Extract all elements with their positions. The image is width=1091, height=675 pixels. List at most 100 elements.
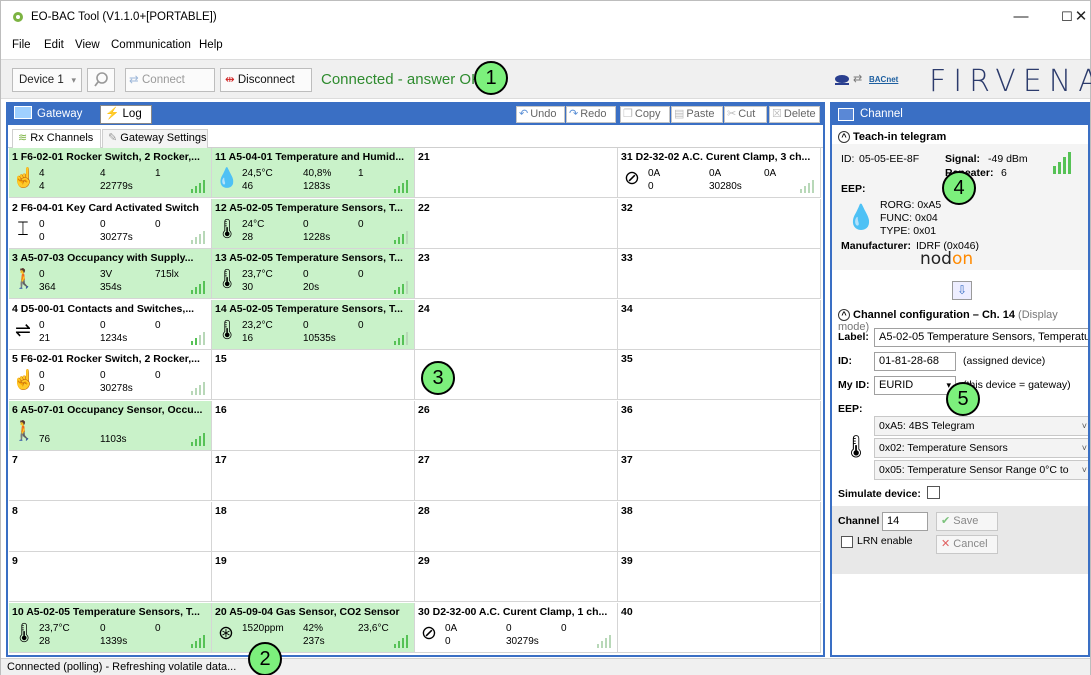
channel-cell[interactable]: 33 bbox=[618, 249, 821, 299]
menu-file[interactable]: File bbox=[12, 39, 31, 51]
menu-view[interactable]: View bbox=[75, 39, 100, 51]
tab-log[interactable]: ⚡ Log bbox=[100, 105, 152, 124]
apply-down-arrow-button[interactable]: ⇩ bbox=[952, 281, 972, 300]
channel-number: 9 bbox=[12, 555, 18, 567]
channel-cell[interactable]: 37 bbox=[618, 451, 821, 501]
signal-strength-icon bbox=[597, 634, 611, 648]
myid-select[interactable]: EURID ▾ bbox=[874, 376, 956, 395]
channel-cell[interactable]: 12 A5-02-05 Temperature Sensors, T... 🌡 24… bbox=[212, 198, 415, 249]
undo-button[interactable]: ↶ Undo bbox=[516, 106, 565, 123]
channel-cell[interactable]: 30 D2-32-00 A.C. Curent Clamp, 1 ch... ⊘ 0… bbox=[415, 602, 618, 653]
signal-strength-icon bbox=[394, 331, 408, 345]
channel-cell[interactable]: 28 bbox=[415, 501, 618, 552]
disconnect-button[interactable]: ⇹ Disconnect bbox=[220, 68, 312, 92]
channel-cell[interactable]: 17 bbox=[212, 451, 415, 501]
channel-cell[interactable]: 1 F6-02-01 Rocker Switch, 2 Rocker,... ☝ 4… bbox=[9, 148, 212, 198]
channel-cell[interactable]: 7 bbox=[9, 451, 212, 501]
channel-cell[interactable]: 26 bbox=[415, 400, 618, 451]
channel-cell[interactable]: 9 bbox=[9, 552, 212, 602]
tab-gateway-settings[interactable]: ✎ Gateway Settings bbox=[102, 129, 208, 148]
channel-cell[interactable]: 10 A5-02-05 Temperature Sensors, T... 🌡 23… bbox=[9, 602, 212, 653]
eep-type-select[interactable]: 0x05: Temperature Sensor Range 0°C to ˅ bbox=[874, 460, 1088, 480]
channel-cell[interactable]: 35 bbox=[618, 350, 821, 400]
search-button[interactable] bbox=[87, 68, 115, 92]
thermometer-icon: 🌡 bbox=[12, 622, 37, 644]
channel-cell[interactable]: 27 bbox=[415, 451, 618, 501]
channel-last-seen: 1234s bbox=[100, 332, 128, 344]
copy-button[interactable]: ❐ Copy bbox=[620, 106, 670, 123]
menu-edit[interactable]: Edit bbox=[44, 39, 64, 51]
lrn-checkbox[interactable] bbox=[841, 536, 853, 548]
channel-cell[interactable]: 16 bbox=[212, 400, 415, 451]
teach-in-title: Teach-in telegram bbox=[853, 131, 947, 143]
cancel-button[interactable]: ✕ Cancel bbox=[936, 535, 998, 554]
channel-cell[interactable]: 2 F6-04-01 Key Card Activated Switch ⌶ 0 0 0… bbox=[9, 198, 212, 249]
channel-number-input[interactable]: 14 bbox=[882, 512, 928, 531]
channel-title: 24 bbox=[418, 303, 616, 315]
channel-cell[interactable]: 29 bbox=[415, 552, 618, 602]
channel-title: 28 bbox=[418, 505, 616, 517]
channel-cell[interactable]: 20 A5-09-04 Gas Sensor, CO2 Sensor ⊛ 1520p… bbox=[212, 602, 415, 653]
channel-value: 23,7°C bbox=[39, 622, 70, 634]
channel-title: 17 bbox=[215, 454, 413, 466]
eep-rorg-select[interactable]: 0xA5: 4BS Telegram ˅ bbox=[874, 416, 1088, 436]
channel-title: 3 A5-07-03 Occupancy with Supply... bbox=[12, 252, 210, 264]
simulate-checkbox[interactable] bbox=[927, 486, 940, 499]
minimize-button[interactable]: — bbox=[998, 1, 1044, 35]
channel-cell[interactable]: 13 A5-02-05 Temperature Sensors, T... 🌡 23… bbox=[212, 249, 415, 299]
channel-cell[interactable]: 21 bbox=[415, 148, 618, 198]
channel-cell[interactable]: 24 bbox=[415, 299, 618, 350]
channel-cell[interactable]: 36 bbox=[618, 400, 821, 451]
channel-cell[interactable]: 32 bbox=[618, 198, 821, 249]
signal-strength-icon bbox=[191, 280, 205, 294]
channel-cell[interactable]: 15 bbox=[212, 350, 415, 400]
channel-number: 12 bbox=[215, 201, 227, 214]
channel-telegram-count: 28 bbox=[242, 231, 254, 243]
save-button[interactable]: ✔ Save bbox=[936, 512, 998, 531]
menu-help[interactable]: Help bbox=[199, 39, 223, 51]
channel-cell[interactable]: 14 A5-02-05 Temperature Sensors, T... 🌡 23… bbox=[212, 299, 415, 350]
channel-value: 0 bbox=[155, 370, 161, 381]
channel-number-label: Channel bbox=[838, 515, 880, 527]
channel-last-seen: 20s bbox=[303, 282, 320, 293]
paste-button[interactable]: ▤ Paste bbox=[671, 106, 723, 123]
channel-cell[interactable]: 8 bbox=[9, 501, 212, 552]
channel-cell[interactable]: 19 bbox=[212, 552, 415, 602]
redo-button[interactable]: ↷ Redo bbox=[566, 106, 616, 123]
channel-title: 15 bbox=[215, 353, 413, 365]
device-select[interactable]: Device 1 ▾ bbox=[12, 68, 82, 92]
channel-cell[interactable]: 39 bbox=[618, 552, 821, 602]
tab-rx-channels[interactable]: ≋ Rx Channels bbox=[12, 129, 101, 148]
channel-cell[interactable]: 5 F6-02-01 Rocker Switch, 2 Rocker,... ☝ 0… bbox=[9, 350, 212, 400]
config-id-input[interactable]: 01-81-28-68 bbox=[874, 352, 956, 371]
channel-cell[interactable]: 4 D5-00-01 Contacts and Switches,... ⇌ 0 0 0… bbox=[9, 299, 212, 350]
key-card-icon: ⌶ bbox=[17, 218, 29, 240]
channel-cell[interactable]: 11 A5-04-01 Temperature and Humid... 💧 24,… bbox=[212, 148, 415, 198]
channel-value: 1 bbox=[155, 168, 161, 179]
channel-value: 0 bbox=[39, 370, 45, 381]
connect-button[interactable]: ⇄ Connect bbox=[125, 68, 215, 92]
teach-in-section-toggle[interactable]: ^ Teach-in telegram bbox=[838, 131, 946, 143]
close-button[interactable]: ✕ bbox=[1071, 1, 1091, 35]
eep-func-select[interactable]: 0x02: Temperature Sensors ˅ bbox=[874, 438, 1088, 458]
signal-strength-icon bbox=[191, 634, 205, 648]
label-input[interactable]: A5-02-05 Temperature Sensors, Temperatur… bbox=[874, 328, 1088, 347]
channel-cell[interactable]: 3 A5-07-03 Occupancy with Supply... 🚶 0 3V 7… bbox=[9, 249, 212, 299]
channel-cell[interactable]: 6 A5-07-01 Occupancy Sensor, Occu... 🚶 76 1… bbox=[9, 400, 212, 451]
channel-cell[interactable]: 23 bbox=[415, 249, 618, 299]
channel-cell[interactable]: 31 D2-32-02 A.C. Curent Clamp, 3 ch... ⊘ 0… bbox=[618, 148, 821, 198]
channel-cell[interactable]: 40 bbox=[618, 602, 821, 653]
channel-cell[interactable]: 34 bbox=[618, 299, 821, 350]
humidity-icon: 💧 bbox=[215, 168, 239, 189]
channel-cell[interactable]: 38 bbox=[618, 501, 821, 552]
channel-value: 0A bbox=[764, 168, 777, 179]
channel-title: 19 bbox=[215, 555, 413, 567]
cut-button[interactable]: ✂ Cut bbox=[724, 106, 767, 123]
menu-communication[interactable]: Communication bbox=[111, 39, 191, 51]
channel-cell[interactable]: 18 bbox=[212, 501, 415, 552]
delete-button[interactable]: ☒ Delete bbox=[769, 106, 820, 123]
tab-gateway[interactable]: Gateway bbox=[14, 106, 82, 123]
channel-cell[interactable]: 22 bbox=[415, 198, 618, 249]
signal-strength-icon bbox=[1053, 152, 1071, 174]
app-icon bbox=[13, 12, 23, 22]
